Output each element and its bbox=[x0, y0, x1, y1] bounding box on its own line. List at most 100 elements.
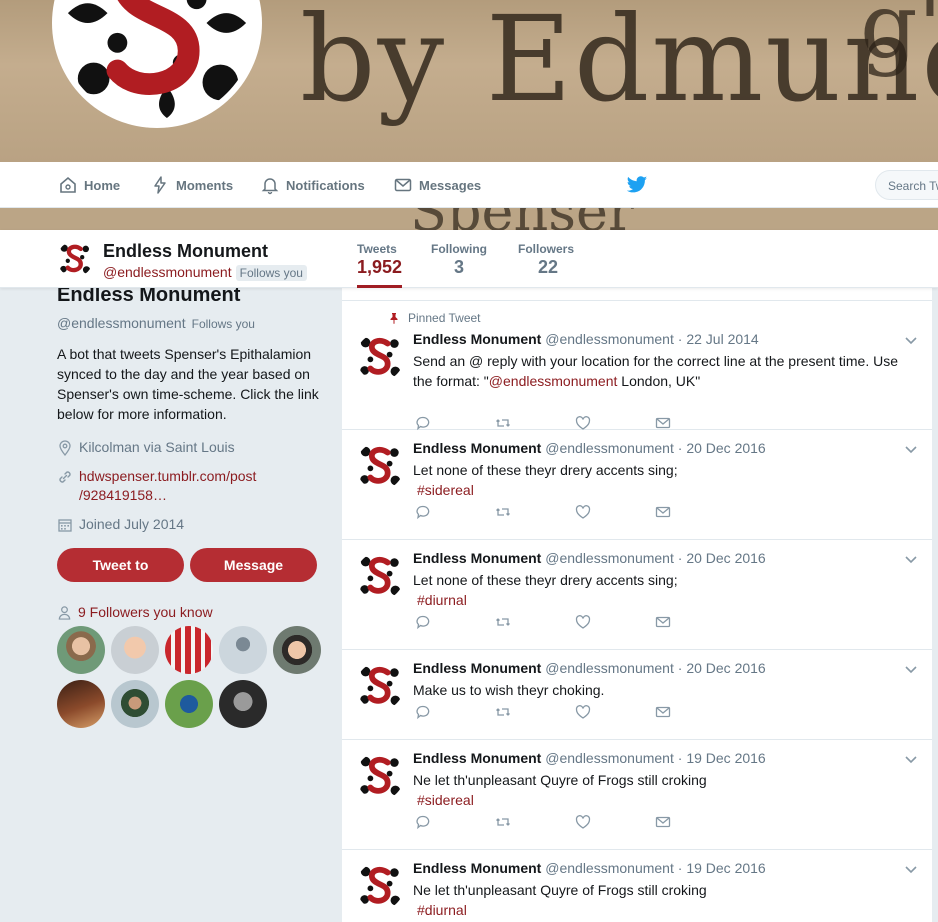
stat-followers[interactable]: Followers 22 bbox=[518, 242, 574, 278]
dm-button[interactable] bbox=[655, 703, 735, 721]
person-icon bbox=[58, 605, 71, 620]
nav-moments[interactable]: Moments bbox=[150, 162, 233, 208]
banner-text: by Edmunde bbox=[300, 0, 938, 128]
tweet-author-name[interactable]: Endless Monument bbox=[413, 331, 541, 347]
tweet-item[interactable]: Endless Monument @endlessmonument · 20 D… bbox=[342, 430, 932, 540]
retweet-button[interactable] bbox=[495, 703, 575, 721]
chevron-down-icon[interactable] bbox=[904, 442, 918, 456]
tweet-author-name[interactable]: Endless Monument bbox=[413, 750, 541, 766]
reply-button[interactable] bbox=[415, 813, 495, 831]
tweet-author-handle[interactable]: @endlessmonument bbox=[545, 331, 674, 347]
mention-link[interactable]: @endlessmonument bbox=[489, 373, 618, 389]
chevron-down-icon[interactable] bbox=[904, 552, 918, 566]
tweet-author-handle[interactable]: @endlessmonument bbox=[545, 860, 674, 876]
illuminated-s-logo bbox=[356, 333, 404, 381]
followers-you-know-label: 9 Followers you know bbox=[78, 604, 213, 620]
tweet-author-handle[interactable]: @endlessmonument bbox=[545, 440, 674, 456]
hashtag-link[interactable]: #diurnal bbox=[417, 590, 913, 610]
tweet-item[interactable]: Endless Monument @endlessmonument · 20 D… bbox=[342, 650, 932, 740]
tweet-date[interactable]: · 19 Dec 2016 bbox=[678, 860, 766, 876]
retweet-button[interactable] bbox=[495, 503, 575, 521]
tweet-avatar[interactable] bbox=[356, 333, 404, 381]
stat-following[interactable]: Following 3 bbox=[431, 242, 487, 278]
stat-tweets[interactable]: Tweets 1,952 bbox=[357, 242, 403, 288]
search-input[interactable]: Search Twitter bbox=[875, 170, 938, 200]
tweet-item[interactable]: Endless Monument @endlessmonument · 19 D… bbox=[342, 850, 932, 922]
tweet-author-handle[interactable]: @endlessmonument bbox=[545, 660, 674, 676]
tweet-author-name[interactable]: Endless Monument bbox=[413, 660, 541, 676]
nav-notifications[interactable]: Notifications bbox=[260, 162, 365, 208]
follows-you-badge: Follows you bbox=[235, 265, 307, 281]
tweet-text-line: Let none of these theyr drery accents si… bbox=[413, 462, 678, 478]
joined-text: Joined July 2014 bbox=[79, 516, 185, 532]
tweet-date[interactable]: · 22 Jul 2014 bbox=[678, 331, 759, 347]
tweet-header: Endless Monument @endlessmonument · 22 J… bbox=[413, 331, 759, 347]
dm-button[interactable] bbox=[655, 813, 735, 831]
banner-strip: Spenser bbox=[0, 208, 938, 230]
chevron-down-icon[interactable] bbox=[904, 662, 918, 676]
retweet-button[interactable] bbox=[495, 613, 575, 631]
tweet-author-name[interactable]: Endless Monument bbox=[413, 550, 541, 566]
dm-button[interactable] bbox=[655, 613, 735, 631]
tweet-to-button[interactable]: Tweet to bbox=[57, 548, 184, 582]
follower-avatar[interactable] bbox=[57, 680, 105, 728]
twitter-bird-icon[interactable] bbox=[626, 175, 648, 195]
hashtag-link[interactable]: #sidereal bbox=[417, 480, 913, 500]
profile-link[interactable]: hdwspenser.tumblr.com/post/928419158… bbox=[79, 467, 256, 505]
dm-button[interactable] bbox=[655, 503, 735, 521]
like-button[interactable] bbox=[575, 813, 655, 831]
follower-avatar[interactable] bbox=[57, 626, 105, 674]
follower-avatar[interactable] bbox=[111, 626, 159, 674]
envelope-icon bbox=[655, 816, 671, 828]
follower-avatar[interactable] bbox=[165, 680, 213, 728]
tweet-item[interactable]: Pinned Tweet Endless Monument @endlessmon… bbox=[342, 301, 932, 431]
like-button[interactable] bbox=[575, 503, 655, 521]
follower-avatar[interactable] bbox=[219, 680, 267, 728]
tweet-avatar[interactable] bbox=[356, 552, 404, 600]
tweet-date[interactable]: · 20 Dec 2016 bbox=[678, 660, 766, 676]
tweet-author-handle[interactable]: @endlessmonument bbox=[545, 750, 674, 766]
tweet-avatar[interactable] bbox=[356, 752, 404, 800]
reply-icon bbox=[416, 815, 430, 830]
reply-button[interactable] bbox=[415, 613, 495, 631]
follower-avatar[interactable] bbox=[273, 626, 321, 674]
chevron-down-icon[interactable] bbox=[904, 862, 918, 876]
message-button[interactable]: Message bbox=[190, 548, 317, 582]
nav-messages[interactable]: Messages bbox=[393, 162, 481, 208]
tweet-date[interactable]: · 20 Dec 2016 bbox=[678, 440, 766, 456]
like-button[interactable] bbox=[575, 613, 655, 631]
hashtag-link[interactable]: #diurnal bbox=[417, 900, 913, 920]
nav-moments-label: Moments bbox=[176, 177, 234, 193]
top-navbar: Home Moments Notifications Messages Sear… bbox=[0, 162, 938, 208]
follower-avatar[interactable] bbox=[219, 626, 267, 674]
reply-button[interactable] bbox=[415, 503, 495, 521]
follower-avatar[interactable] bbox=[111, 680, 159, 728]
tweet-author-name[interactable]: Endless Monument bbox=[413, 440, 541, 456]
tweet-author-name[interactable]: Endless Monument bbox=[413, 860, 541, 876]
chevron-down-icon[interactable] bbox=[904, 752, 918, 766]
tweet-item[interactable]: Endless Monument @endlessmonument · 20 D… bbox=[342, 540, 932, 650]
retweet-icon bbox=[496, 419, 510, 427]
tweet-date[interactable]: · 19 Dec 2016 bbox=[678, 750, 766, 766]
location-pin-icon bbox=[59, 440, 71, 456]
followers-you-know[interactable]: 9 Followers you know bbox=[57, 604, 327, 620]
tweet-item[interactable]: Endless Monument @endlessmonument · 19 D… bbox=[342, 740, 932, 850]
reply-icon bbox=[416, 615, 430, 630]
tweet-avatar[interactable] bbox=[356, 862, 404, 910]
tweet-avatar[interactable] bbox=[356, 442, 404, 490]
nav-home[interactable]: Home bbox=[58, 162, 120, 208]
tweet-avatar[interactable] bbox=[356, 662, 404, 710]
reply-button[interactable] bbox=[415, 703, 495, 721]
tweet-actions bbox=[415, 813, 735, 831]
tweet-author-handle[interactable]: @endlessmonument bbox=[545, 550, 674, 566]
like-button[interactable] bbox=[575, 703, 655, 721]
chevron-down-icon[interactable] bbox=[904, 333, 918, 347]
profile-handle[interactable]: @endlessmonument bbox=[57, 315, 186, 331]
mini-avatar[interactable] bbox=[57, 241, 93, 277]
hashtag-link[interactable]: #sidereal bbox=[417, 790, 913, 810]
envelope-icon bbox=[394, 178, 412, 192]
follower-avatar[interactable] bbox=[165, 626, 213, 674]
link-icon bbox=[59, 471, 71, 483]
retweet-button[interactable] bbox=[495, 813, 575, 831]
tweet-date[interactable]: · 20 Dec 2016 bbox=[678, 550, 766, 566]
